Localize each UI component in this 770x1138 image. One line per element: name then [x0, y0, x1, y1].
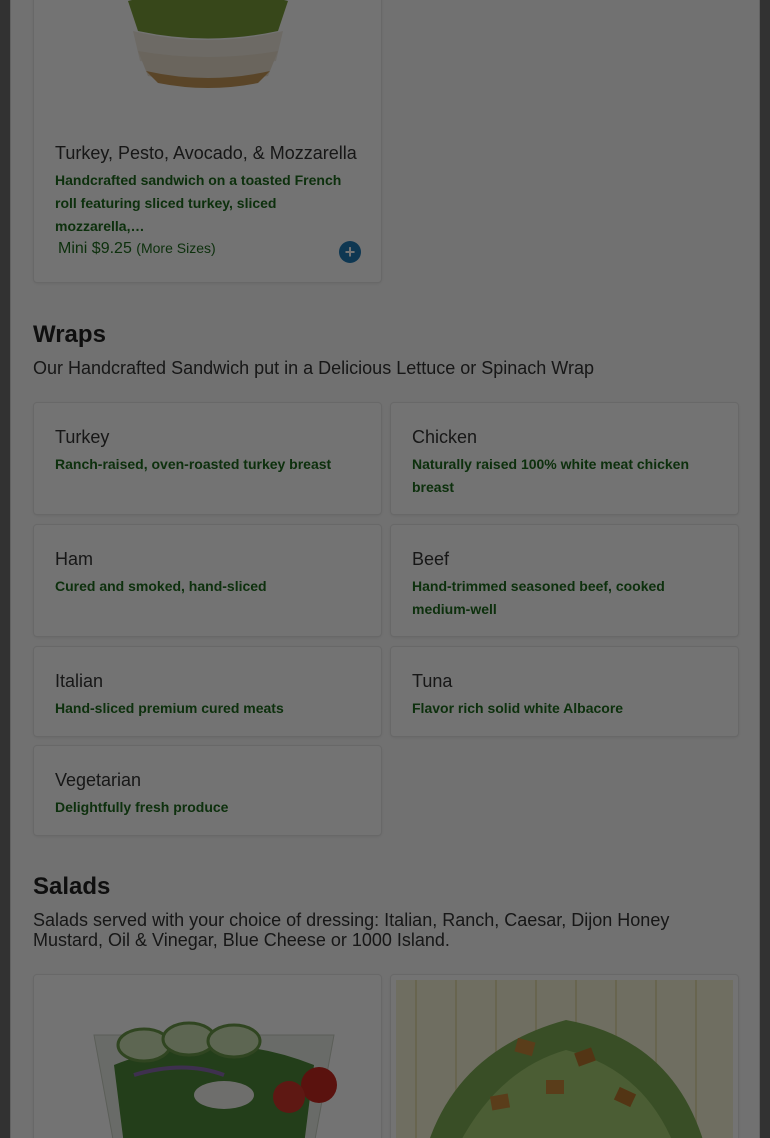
wrap-title: Turkey [55, 427, 110, 447]
wrap-title: Ham [55, 549, 94, 569]
wrap-description: Hand-trimmed seasoned beef, cooked mediu… [412, 578, 665, 617]
wrap-title: Chicken [412, 427, 478, 447]
wrap-title: Italian [55, 671, 104, 691]
wrap-title: Tuna [412, 671, 453, 691]
menu-item-description: Handcrafted sandwich on a toasted French… [55, 172, 342, 234]
wrap-card-turkey[interactable]: Turkey Ranch-raised, oven-roasted turkey… [33, 402, 382, 515]
wrap-title: Beef [412, 549, 450, 569]
wrap-card-chicken[interactable]: Chicken Naturally raised 100% white meat… [390, 402, 739, 515]
salad-image [93, 1021, 337, 1138]
section-title-wraps: Wraps [33, 321, 106, 348]
wrap-description: Flavor rich solid white Albacore [412, 700, 624, 716]
salad-card[interactable] [390, 974, 739, 1138]
wrap-card-ham[interactable]: Ham Cured and smoked, hand-sliced [33, 524, 382, 637]
wrap-title: Vegetarian [55, 770, 142, 790]
plus-circle-icon[interactable]: + [339, 241, 361, 263]
wrap-description: Hand-sliced premium cured meats [55, 700, 284, 716]
salad-card[interactable] [33, 974, 382, 1138]
wrap-card-italian[interactable]: Italian Hand-sliced premium cured meats [33, 646, 382, 737]
wrap-card-beef[interactable]: Beef Hand-trimmed seasoned beef, cooked … [390, 524, 739, 637]
price: $9.25 [91, 240, 132, 257]
wrap-card-tuna[interactable]: Tuna Flavor rich solid white Albacore [390, 646, 739, 737]
wrap-description: Ranch-raised, oven-roasted turkey breast [55, 456, 332, 472]
section-subtitle-wraps: Our Handcrafted Sandwich put in a Delici… [33, 358, 594, 378]
price-row: Mini $9.25 (More Sizes) [58, 240, 216, 258]
sandwich-image [128, 0, 288, 88]
wrap-description: Delightfully fresh produce [55, 799, 229, 815]
caesar-salad-image [396, 980, 733, 1138]
wrap-description: Cured and smoked, hand-sliced [55, 578, 267, 594]
section-title-salads: Salads [33, 873, 111, 900]
menu-item-card[interactable]: Turkey, Pesto, Avocado, & Mozzarella Han… [33, 0, 382, 283]
menu-page: Turkey, Pesto, Avocado, & Mozzarella Han… [10, 0, 760, 1138]
menu-item-title: Turkey, Pesto, Avocado, & Mozzarella [55, 143, 357, 163]
wrap-card-vegetarian[interactable]: Vegetarian Delightfully fresh produce [33, 745, 382, 836]
more-sizes-link[interactable]: (More Sizes) [136, 240, 215, 256]
section-subtitle-salads: Salads served with your choice of dressi… [33, 910, 670, 950]
wrap-description: Naturally raised 100% white meat chicken… [412, 456, 690, 495]
size-label: Mini [58, 240, 88, 257]
